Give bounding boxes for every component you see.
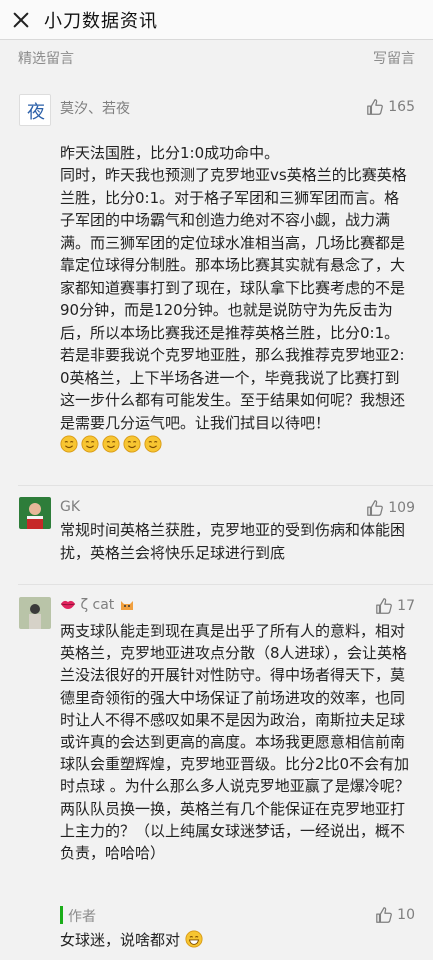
avatar-image	[19, 497, 51, 529]
comment-nickname: 莫汐、若夜	[60, 101, 130, 117]
thumbs-up-icon	[367, 99, 384, 115]
page-title: 小刀数据资讯	[44, 10, 158, 32]
avatar	[19, 597, 51, 629]
reply-like-button[interactable]: 10	[375, 906, 415, 924]
smile-emoji-icon	[144, 435, 162, 453]
grin-emoji-icon	[185, 930, 203, 948]
comment-item: GK 109 常规时间英格兰获胜，克罗地亚的受到伤病和体能困扰，英格兰会将快乐足…	[0, 495, 433, 575]
like-count: 109	[388, 500, 415, 516]
thumbs-up-icon	[376, 907, 393, 923]
write-comment-button[interactable]: 写留言	[373, 48, 415, 68]
thumbs-up-icon	[367, 500, 384, 516]
thumbs-up-icon	[376, 598, 393, 614]
like-button[interactable]: 109	[366, 499, 415, 517]
cat-icon	[120, 601, 133, 610]
lips-icon	[60, 600, 76, 609]
smile-emoji-icon	[123, 435, 141, 453]
reply-indicator	[60, 906, 63, 924]
comment-nickname: ζ cat	[60, 597, 135, 613]
like-count: 17	[397, 598, 415, 614]
comment-item: 夜 莫汐、若夜 165 昨天法国胜，比分1:0成功命中。 同时，昨天我也预测了克…	[0, 92, 433, 482]
comment-nickname: GK	[60, 499, 81, 515]
smile-emoji-icon	[102, 435, 120, 453]
comment-text: 两支球队能走到现在真是出乎了所有人的意料，相对英格兰，克罗地亚进攻点分散（8人进…	[60, 622, 410, 863]
divider	[18, 584, 433, 585]
reply-text: 女球迷，说啥都对	[60, 929, 206, 950]
comment-body: 昨天法国胜，比分1:0成功命中。 同时，昨天我也预测了克罗地亚vs英格兰的比赛英…	[60, 143, 407, 432]
divider	[18, 485, 433, 486]
avatar	[19, 497, 51, 529]
comment-text: 昨天法国胜，比分1:0成功命中。 同时，昨天我也预测了克罗地亚vs英格兰的比赛英…	[60, 119, 414, 479]
nickname-text: ζ cat	[80, 597, 115, 613]
avatar-image: 夜	[20, 95, 50, 125]
section-header: 精选留言 写留言	[0, 40, 433, 76]
like-count: 10	[397, 907, 415, 923]
smile-emoji-icon	[60, 435, 78, 453]
section-label: 精选留言	[18, 51, 74, 67]
close-icon[interactable]	[10, 9, 32, 31]
comment-text: 常规时间英格兰获胜，克罗地亚的受到伤病和体能困扰，英格兰会将快乐足球进行到底	[60, 521, 406, 562]
like-count: 165	[388, 99, 415, 115]
like-button[interactable]: 17	[375, 597, 415, 615]
avatar: 夜	[19, 94, 51, 126]
avatar-image	[19, 597, 51, 629]
emoji-group	[60, 435, 165, 454]
svg-text:夜: 夜	[27, 102, 45, 123]
author-tag: 作者	[68, 909, 96, 925]
reply-body: 女球迷，说啥都对	[60, 931, 181, 949]
smile-emoji-icon	[81, 435, 99, 453]
like-button[interactable]: 165	[366, 98, 415, 116]
top-bar: 小刀数据资讯	[0, 0, 433, 40]
comment-item: ζ cat 17 两支球队能走到现在真是出乎了所有人的意料，相对英格兰，克罗地亚…	[0, 593, 433, 953]
